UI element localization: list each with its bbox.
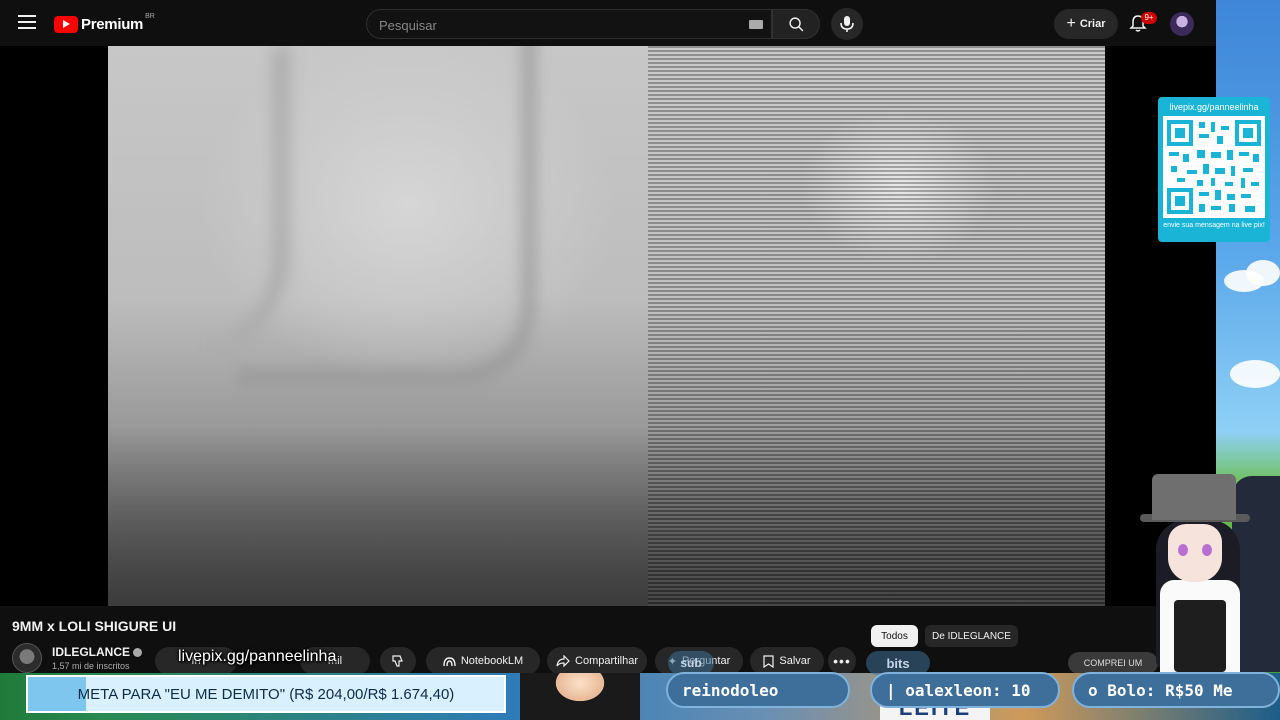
youtube-logo[interactable]: Premium BR: [54, 13, 155, 33]
chat-filter-all[interactable]: Todos: [871, 625, 918, 647]
country-code: BR: [145, 13, 155, 20]
save-label: Salvar: [779, 655, 811, 667]
notebooklm-button[interactable]: NotebookLM: [426, 647, 540, 675]
goal-progress-bar: META PARA "EU ME DEMITO" (R$ 204,00/R$ 1…: [26, 675, 506, 713]
thumbs-down-icon: [392, 655, 403, 667]
search-icon: [789, 17, 804, 32]
youtube-window: Premium BR + Criar 9+ 9MM x LOLI SHIGURE…: [0, 0, 1216, 720]
verified-icon: [133, 648, 142, 658]
save-button[interactable]: Salvar: [750, 647, 824, 675]
livepix-message: envie sua mensagem na live pix!: [1163, 222, 1265, 229]
ticker-item: | oalexleon: 10: [870, 672, 1060, 708]
more-actions-button[interactable]: •••: [828, 647, 856, 675]
channel-name-label: IDLEGLANCE: [52, 645, 130, 659]
overlay-livepix-url: livepix.gg/panneelinha: [178, 648, 337, 665]
top-bar: Premium BR + Criar 9+: [0, 0, 1216, 46]
microphone-icon: [840, 16, 854, 32]
chat-filter-channel[interactable]: De IDLEGLANCE: [925, 625, 1018, 647]
share-button[interactable]: Compartilhar: [547, 647, 647, 675]
video-title: 9MM x LOLI SHIGURE UI: [12, 618, 177, 634]
goal-progress-text: META PARA "EU ME DEMITO" (R$ 204,00/R$ 1…: [77, 685, 455, 703]
voice-search-button[interactable]: [831, 8, 863, 40]
video-frame[interactable]: [108, 46, 1105, 606]
qr-code: [1163, 116, 1265, 218]
livepix-qr-panel: livepix.gg/panneelinha envie sua mensage…: [1158, 97, 1270, 242]
notebooklm-label: NotebookLM: [460, 655, 524, 667]
share-icon: [556, 655, 570, 667]
youtube-play-icon: [54, 15, 78, 33]
video-player[interactable]: [0, 46, 1216, 606]
search-input[interactable]: [379, 16, 739, 34]
dislike-button[interactable]: [380, 647, 416, 675]
menu-icon[interactable]: [18, 15, 36, 29]
create-label: Criar: [1079, 18, 1106, 30]
subscriber-count: 1,57 mi de inscritos: [52, 661, 130, 671]
share-label: Compartilhar: [575, 655, 638, 667]
notification-badge: 9+: [1141, 12, 1157, 24]
keyboard-icon[interactable]: [749, 20, 763, 29]
more-icon: •••: [833, 653, 851, 669]
search-button[interactable]: [772, 9, 820, 39]
overlay-character: [520, 673, 640, 720]
ticker-item: reinodoleo: [666, 672, 850, 708]
livepix-url: livepix.gg/panneelinha: [1169, 102, 1259, 112]
bookmark-icon: [763, 654, 775, 668]
account-avatar[interactable]: [1170, 12, 1194, 36]
channel-avatar[interactable]: [12, 643, 42, 673]
channel-name[interactable]: IDLEGLANCE: [52, 645, 142, 659]
ticker-item: o Bolo: R$50 Me: [1072, 672, 1280, 708]
vtuber-avatar: [1140, 472, 1280, 672]
search-box: [366, 9, 772, 39]
notebooklm-icon: [443, 656, 456, 666]
create-button[interactable]: + Criar: [1054, 9, 1118, 39]
plus-icon: +: [1066, 15, 1076, 32]
logo-text: Premium: [81, 15, 144, 33]
